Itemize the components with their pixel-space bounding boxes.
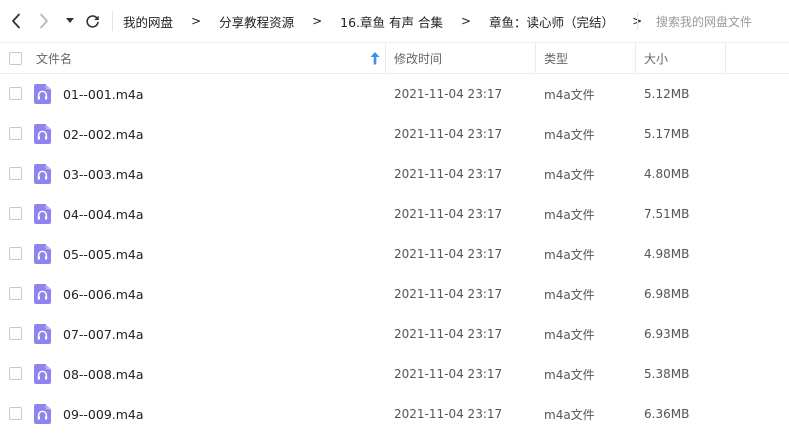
audio-file-icon xyxy=(34,404,51,424)
file-modified-time: 2021-11-04 23:17 xyxy=(394,367,503,381)
table-row[interactable]: 06--006.m4a 2021-11-04 23:17 m4a文件 6.98M… xyxy=(0,274,789,314)
row-checkbox[interactable] xyxy=(9,407,22,420)
row-checkbox[interactable] xyxy=(9,327,22,340)
row-checkbox[interactable] xyxy=(9,207,22,220)
file-modified-time: 2021-11-04 23:17 xyxy=(394,87,503,101)
audio-file-icon xyxy=(34,124,51,144)
column-header-type[interactable]: 类型 xyxy=(544,43,568,74)
column-divider[interactable] xyxy=(535,43,536,74)
breadcrumb: 我的网盘 > 分享教程资源 > 16.章鱼 有声 合集 > 章鱼：读心师（完结）… xyxy=(114,0,651,42)
row-checkbox[interactable] xyxy=(9,167,22,180)
refresh-button[interactable] xyxy=(82,10,102,32)
breadcrumb-separator: > xyxy=(460,14,472,28)
column-header-modified[interactable]: 修改时间 xyxy=(394,43,442,74)
file-type: m4a文件 xyxy=(544,247,595,262)
breadcrumb-separator: > xyxy=(191,14,202,28)
table-row[interactable]: 07--007.m4a 2021-11-04 23:17 m4a文件 6.93M… xyxy=(0,314,789,354)
file-size: 4.80MB xyxy=(644,167,690,181)
caret-down-icon xyxy=(66,18,74,23)
back-button[interactable] xyxy=(6,10,26,32)
file-name[interactable]: 08--008.m4a xyxy=(63,354,144,394)
file-type: m4a文件 xyxy=(544,327,595,342)
audio-file-icon xyxy=(34,364,51,384)
file-size: 4.98MB xyxy=(644,247,690,261)
column-header-name[interactable]: 文件名 xyxy=(36,43,72,74)
select-all-checkbox[interactable] xyxy=(9,52,22,65)
file-name[interactable]: 09--009.m4a xyxy=(63,394,144,434)
row-checkbox[interactable] xyxy=(9,287,22,300)
audio-file-icon xyxy=(34,324,51,344)
search-divider xyxy=(637,12,638,30)
row-checkbox[interactable] xyxy=(9,367,22,380)
table-row[interactable]: 08--008.m4a 2021-11-04 23:17 m4a文件 5.38M… xyxy=(0,354,789,394)
file-size: 5.38MB xyxy=(644,367,690,381)
audio-file-icon xyxy=(34,244,51,264)
file-type: m4a文件 xyxy=(544,127,595,142)
history-dropdown-button[interactable] xyxy=(62,10,78,32)
file-name[interactable]: 04--004.m4a xyxy=(63,194,144,234)
file-modified-time: 2021-11-04 23:17 xyxy=(394,167,503,181)
chevron-right-icon xyxy=(40,13,48,29)
file-modified-time: 2021-11-04 23:17 xyxy=(394,407,503,421)
file-type: m4a文件 xyxy=(544,287,595,302)
table-row[interactable]: 04--004.m4a 2021-11-04 23:17 m4a文件 7.51M… xyxy=(0,194,789,234)
file-name[interactable]: 07--007.m4a xyxy=(63,314,144,354)
file-name[interactable]: 01--001.m4a xyxy=(63,74,144,114)
file-type: m4a文件 xyxy=(544,87,595,102)
toolbar-divider xyxy=(112,11,113,31)
forward-button[interactable] xyxy=(34,10,54,32)
table-row[interactable]: 03--003.m4a 2021-11-04 23:17 m4a文件 4.80M… xyxy=(0,154,789,194)
table-row[interactable]: 09--009.m4a 2021-11-04 23:17 m4a文件 6.36M… xyxy=(0,394,789,434)
file-type: m4a文件 xyxy=(544,207,595,222)
table-row[interactable]: 02--002.m4a 2021-11-04 23:17 m4a文件 5.17M… xyxy=(0,114,789,154)
file-name[interactable]: 05--005.m4a xyxy=(63,234,144,274)
file-name[interactable]: 02--002.m4a xyxy=(63,114,144,154)
file-modified-time: 2021-11-04 23:17 xyxy=(394,327,503,341)
chevron-left-icon xyxy=(12,13,20,29)
table-row[interactable]: 05--005.m4a 2021-11-04 23:17 m4a文件 4.98M… xyxy=(0,234,789,274)
file-name[interactable]: 06--006.m4a xyxy=(63,274,144,314)
file-size: 6.93MB xyxy=(644,327,690,341)
table-row[interactable]: 01--001.m4a 2021-11-04 23:17 m4a文件 5.12M… xyxy=(0,74,789,114)
file-type: m4a文件 xyxy=(544,367,595,382)
file-size: 6.36MB xyxy=(644,407,690,421)
file-type: m4a文件 xyxy=(544,167,595,182)
file-type: m4a文件 xyxy=(544,407,595,422)
file-modified-time: 2021-11-04 23:17 xyxy=(394,247,503,261)
audio-file-icon xyxy=(34,164,51,184)
file-size: 7.51MB xyxy=(644,207,690,221)
search-input[interactable] xyxy=(646,11,784,33)
navigation-toolbar: 我的网盘 > 分享教程资源 > 16.章鱼 有声 合集 > 章鱼：读心师（完结）… xyxy=(0,0,789,42)
row-checkbox[interactable] xyxy=(9,87,22,100)
column-header-size[interactable]: 大小 xyxy=(644,43,668,74)
sort-ascending-icon[interactable] xyxy=(370,52,380,65)
file-size: 5.12MB xyxy=(644,87,690,101)
file-list-header: 文件名 修改时间 类型 大小 xyxy=(0,42,789,74)
refresh-icon xyxy=(85,14,99,28)
file-modified-time: 2021-11-04 23:17 xyxy=(394,287,503,301)
row-checkbox[interactable] xyxy=(9,127,22,140)
audio-file-icon xyxy=(34,284,51,304)
breadcrumb-item-collection[interactable]: 16.章鱼 有声 合集 xyxy=(331,12,452,31)
breadcrumb-separator: > xyxy=(312,14,323,28)
audio-file-icon xyxy=(34,204,51,224)
file-name[interactable]: 03--003.m4a xyxy=(63,154,144,194)
breadcrumb-item-share[interactable]: 分享教程资源 xyxy=(210,12,303,31)
file-size: 5.17MB xyxy=(644,127,690,141)
column-divider[interactable] xyxy=(725,43,726,74)
breadcrumb-item-current[interactable]: 章鱼：读心师（完结） xyxy=(480,12,623,31)
file-modified-time: 2021-11-04 23:17 xyxy=(394,127,503,141)
row-checkbox[interactable] xyxy=(9,247,22,260)
file-modified-time: 2021-11-04 23:17 xyxy=(394,207,503,221)
breadcrumb-item-root[interactable]: 我的网盘 xyxy=(114,12,182,31)
file-size: 6.98MB xyxy=(644,287,690,301)
column-divider[interactable] xyxy=(635,43,636,74)
audio-file-icon xyxy=(34,84,51,104)
column-divider[interactable] xyxy=(385,43,386,74)
